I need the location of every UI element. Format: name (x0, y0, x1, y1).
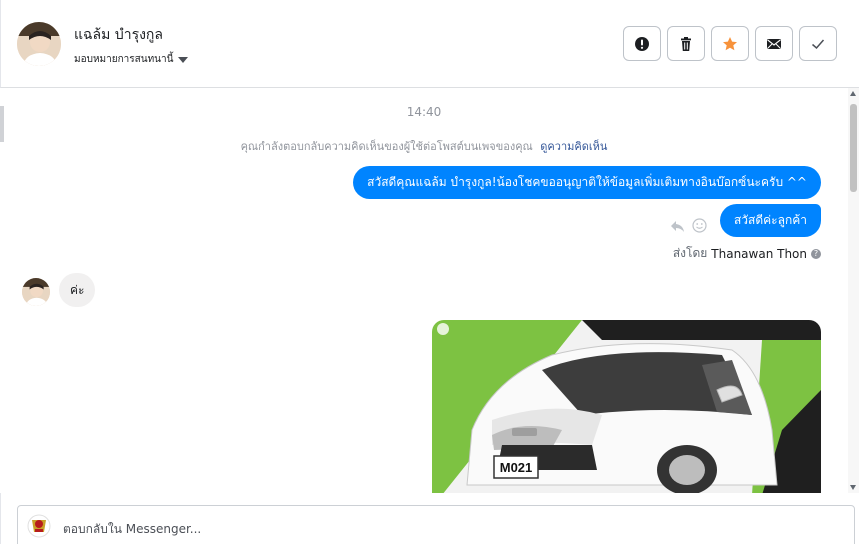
assign-label: มอบหมายการสนทนานี้ (74, 54, 174, 65)
message-timestamp: 14:40 (406, 105, 442, 119)
reply-notice: คุณกำลังตอบกลับความคิดเห็นของผู้ใช้ต่อโพ… (0, 137, 848, 155)
emoji-icon[interactable] (692, 218, 707, 233)
reply-icon[interactable] (670, 219, 686, 233)
dealer-logo-icon (437, 323, 449, 335)
caret-down-icon (178, 56, 189, 63)
contact-avatar[interactable] (17, 22, 61, 66)
mark-unread-button[interactable] (755, 26, 793, 61)
star-icon (723, 36, 737, 50)
check-icon (812, 39, 825, 49)
envelope-icon (767, 38, 781, 49)
scroll-up-arrow-icon[interactable] (850, 91, 856, 96)
page-avatar (27, 514, 51, 538)
alert-icon (635, 36, 649, 51)
scroll-down-arrow-icon[interactable] (850, 485, 856, 490)
trash-icon (681, 36, 691, 51)
report-button[interactable] (623, 26, 661, 61)
mark-done-button[interactable] (799, 26, 837, 61)
messenger-conversation: แฉล้ม บำรุงกูล มอบหมายการสนทนานี้ 14:40 … (0, 0, 859, 544)
outgoing-message[interactable]: สวัสดีค่ะลูกค้า (719, 204, 821, 237)
contact-name[interactable]: แฉล้ม บำรุงกูล (74, 24, 163, 46)
assign-dropdown[interactable]: มอบหมายการสนทนานี้ (74, 52, 189, 67)
conversation-header: แฉล้ม บำรุงกูล มอบหมายการสนทนานี้ (0, 0, 859, 88)
view-comment-link[interactable]: ดูความคิดเห็น (540, 140, 607, 153)
reply-placeholder: ตอบกลับใน Messenger... (63, 522, 202, 536)
outgoing-message[interactable]: สวัสดีคุณแฉล้ม บำรุงกูล!น้องโชคขออนุญาติ… (353, 166, 821, 199)
scroll-thumb[interactable] (850, 104, 857, 192)
sent-by-prefix: ส่งโดย (672, 246, 708, 260)
header-actions (623, 26, 837, 61)
help-icon[interactable]: ? (811, 248, 821, 259)
delete-button[interactable] (667, 26, 705, 61)
reply-input[interactable]: ตอบกลับใน Messenger... (17, 505, 855, 544)
reply-notice-text: คุณกำลังตอบกลับความคิดเห็นของผู้ใช้ต่อโพ… (240, 140, 533, 153)
message-actions (670, 218, 707, 233)
contact-avatar-small[interactable] (22, 278, 50, 306)
reply-footer: ตอบกลับใน Messenger... (0, 493, 859, 544)
license-plate: M021 (500, 460, 533, 475)
message-scrollbar[interactable] (848, 88, 859, 493)
message-list: 14:40 คุณกำลังตอบกลับความคิดเห็นของผู้ใช… (0, 88, 848, 493)
sent-by: ส่งโดย Thanawan Thon ? (673, 244, 821, 263)
star-button[interactable] (711, 26, 749, 61)
honda-logo-icon (512, 428, 537, 436)
sender-name: Thanawan Thon (711, 246, 807, 261)
car-photo-attachment[interactable]: M021 (432, 320, 821, 493)
incoming-message[interactable]: ค่ะ (59, 273, 96, 307)
